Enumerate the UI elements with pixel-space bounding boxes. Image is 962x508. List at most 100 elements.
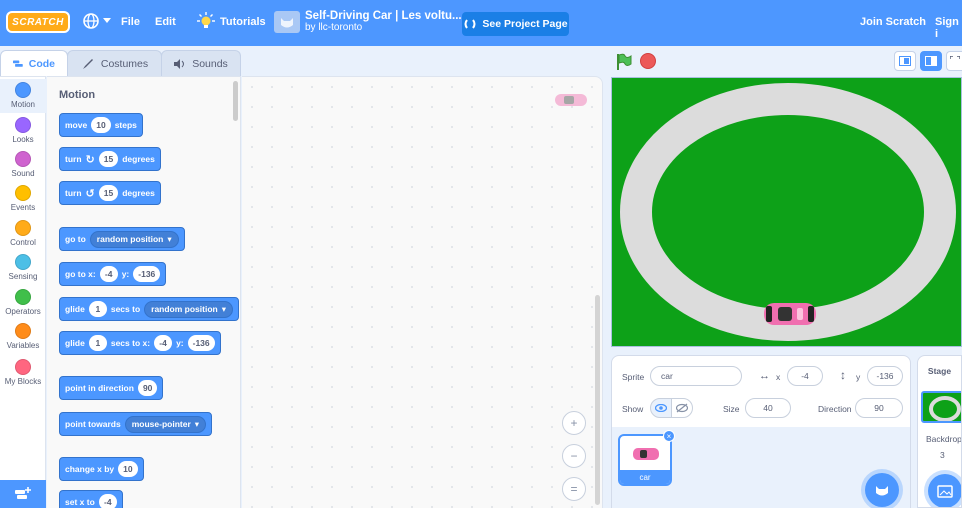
degrees-input[interactable]: 15 [98,185,119,201]
sprite-name-input[interactable]: car [650,366,742,386]
zoom-in-icon: + [570,416,578,430]
stop-icon[interactable] [640,53,656,69]
category-motion[interactable]: Motion [0,79,46,113]
stage-canvas[interactable] [611,77,962,347]
file-menu[interactable]: File [121,16,140,28]
category-looks[interactable]: Looks [0,117,46,144]
move-steps-block[interactable]: move 10 steps [59,113,143,137]
secs-input[interactable]: 1 [88,335,107,351]
secs-input[interactable]: 1 [88,301,107,317]
sign-in-link[interactable]: Sign i [935,16,962,40]
add-extension-button[interactable] [0,480,46,508]
y-position-input[interactable]: -136 [867,366,903,386]
category-sound[interactable]: Sound [0,151,46,178]
stage-scene [620,83,956,341]
tab-sounds[interactable]: Sounds [161,50,241,76]
category-control[interactable]: Control [0,220,46,247]
go-to-block[interactable]: go to random position ▾ [59,227,185,251]
small-stage-button[interactable] [894,51,916,71]
category-sensing[interactable]: Sensing [0,254,46,281]
zoom-reset-icon: = [570,482,578,496]
edit-menu[interactable]: Edit [155,16,176,28]
block-text: glide [65,304,85,314]
category-label: Variables [6,341,40,350]
join-scratch-link[interactable]: Join Scratch [860,16,926,28]
y-input[interactable]: -136 [133,266,161,282]
block-text: point in direction [65,383,134,393]
normal-stage-button[interactable] [920,51,942,71]
change-x-input[interactable]: 10 [118,461,138,477]
script-scrollbar[interactable] [595,295,600,505]
code-icon [13,60,23,67]
block-text: point towards [65,419,121,429]
x-arrows-icon: ↔ [759,370,770,382]
choose-backdrop-button[interactable] [928,474,961,507]
sound-dot-icon [15,151,31,167]
eye-icon [655,404,667,412]
sprite-tile-car[interactable]: car [618,434,672,486]
choose-sprite-button[interactable] [865,473,899,507]
dropdown-value: random position [151,304,218,314]
show-sprite-button[interactable] [650,398,672,418]
size-input[interactable]: 40 [745,398,791,418]
point-in-direction-block[interactable]: point in direction 90 [59,376,164,400]
set-x-block[interactable]: set x to -4 [59,490,123,508]
block-text: steps [114,120,137,130]
project-thumbnail[interactable] [274,11,300,33]
category-label: Operators [5,307,41,316]
glide-random-block[interactable]: glide 1 secs to random position ▾ [59,297,240,321]
point-towards-dropdown[interactable]: mouse-pointer ▾ [124,415,207,433]
category-operators[interactable]: Operators [0,289,46,316]
steps-input[interactable]: 10 [91,117,111,133]
chevron-down-icon: ▾ [167,233,172,244]
fullscreen-button[interactable] [946,51,962,71]
green-flag-icon[interactable] [615,53,633,71]
palette-scrollbar[interactable] [233,81,238,121]
go-to-xy-block[interactable]: go to x: -4 y: -136 [59,262,167,286]
stage-pane-title: Stage [927,366,952,376]
lightbulb-icon [197,12,215,28]
tutorials-menu[interactable]: Tutorials [197,12,266,32]
direction-input[interactable]: 90 [855,398,903,418]
editor-tabs: Code Costumes Sounds [0,50,241,76]
set-x-input[interactable]: -4 [98,494,117,508]
degrees-input[interactable]: 15 [98,151,119,167]
category-label: Sound [11,169,35,178]
turn-left-block[interactable]: turn ↺ 15 degrees [59,181,161,205]
zoom-out-button[interactable]: − [562,444,586,468]
my-blocks-dot-icon [15,359,31,375]
x-input[interactable]: -4 [99,266,118,282]
tab-code[interactable]: Code [0,50,68,76]
turn-right-block[interactable]: turn ↻ 15 degrees [59,147,161,171]
stage-selector[interactable]: Stage Backdrops 3 [917,355,962,508]
car-thumbnail-icon [633,448,659,460]
zoom-out-icon: − [570,449,578,463]
direction-input[interactable]: 90 [137,380,158,396]
category-my-blocks[interactable]: My Blocks [0,359,46,386]
hide-sprite-button[interactable] [671,398,693,418]
x-input[interactable]: -4 [154,335,173,351]
category-variables[interactable]: Variables [0,323,46,350]
see-project-button[interactable]: See Project Page [462,12,569,36]
glide-target-dropdown[interactable]: random position ▾ [144,300,234,318]
stage-thumbnail [921,391,961,423]
y-input[interactable]: -136 [187,335,215,351]
go-to-target-dropdown[interactable]: random position ▾ [89,230,179,248]
x-position-input[interactable]: -4 [787,366,823,386]
menu-bar: SCRATCH File Edit Tutorials Self-Driving… [0,0,962,46]
zoom-in-button[interactable]: + [562,411,586,435]
glide-xy-block[interactable]: glide 1 secs to x: -4 y: -136 [59,331,221,355]
script-area[interactable]: + − = [242,76,603,508]
zoom-reset-button[interactable]: = [562,477,586,501]
looks-dot-icon [15,117,31,133]
tab-costumes[interactable]: Costumes [67,50,162,76]
backdrops-count: 3 [940,450,945,460]
point-towards-block[interactable]: point towards mouse-pointer ▾ [59,412,213,436]
add-extension-icon [15,487,31,499]
project-title[interactable]: Self-Driving Car | Les voltu... by llc-t… [305,10,462,34]
category-events[interactable]: Events [0,185,46,212]
change-x-block[interactable]: change x by 10 [59,457,144,481]
delete-sprite-icon[interactable]: × [663,430,675,442]
scratch-logo[interactable]: SCRATCH [6,11,70,33]
language-menu[interactable] [82,12,111,30]
